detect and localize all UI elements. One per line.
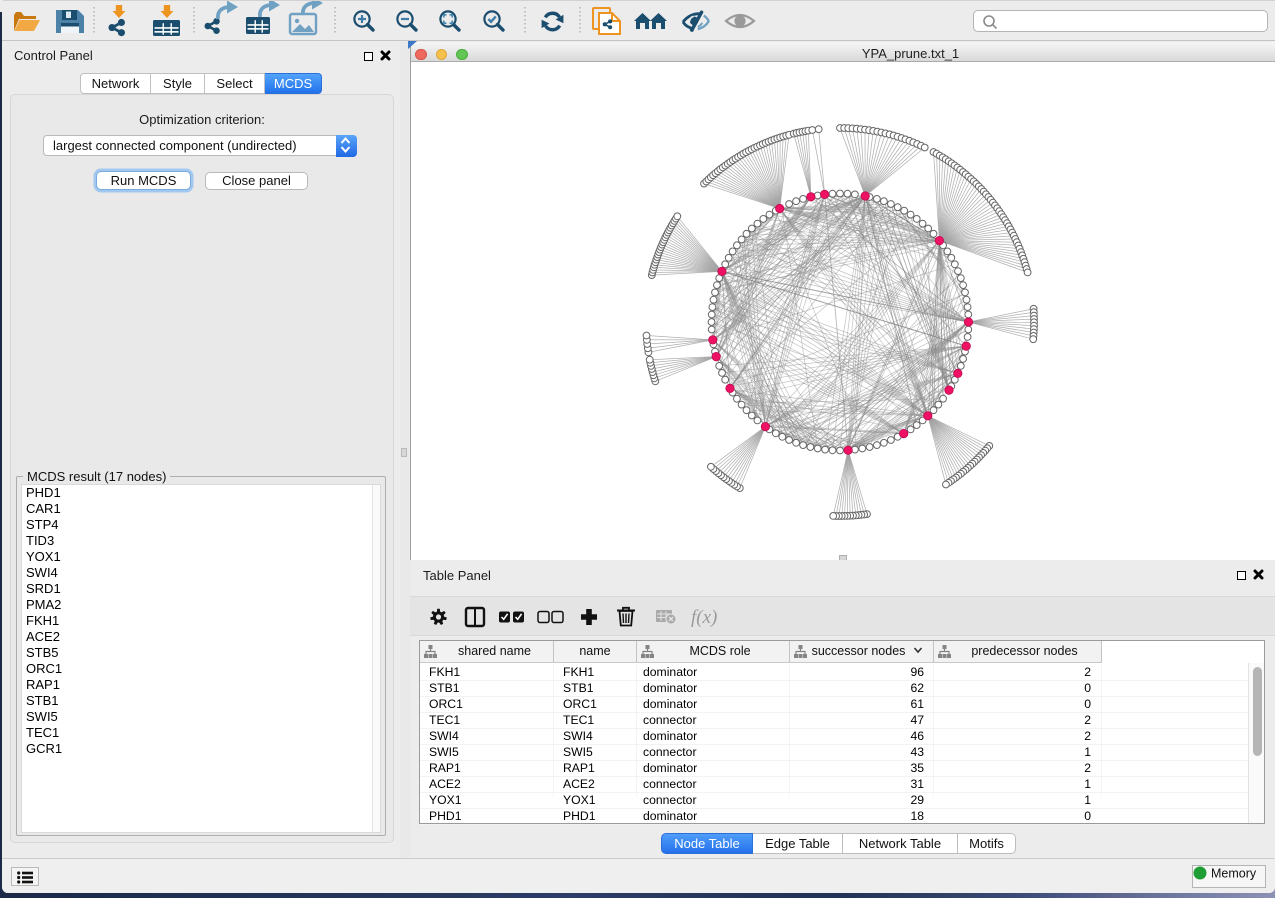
- svg-text:f(x): f(x): [691, 607, 717, 628]
